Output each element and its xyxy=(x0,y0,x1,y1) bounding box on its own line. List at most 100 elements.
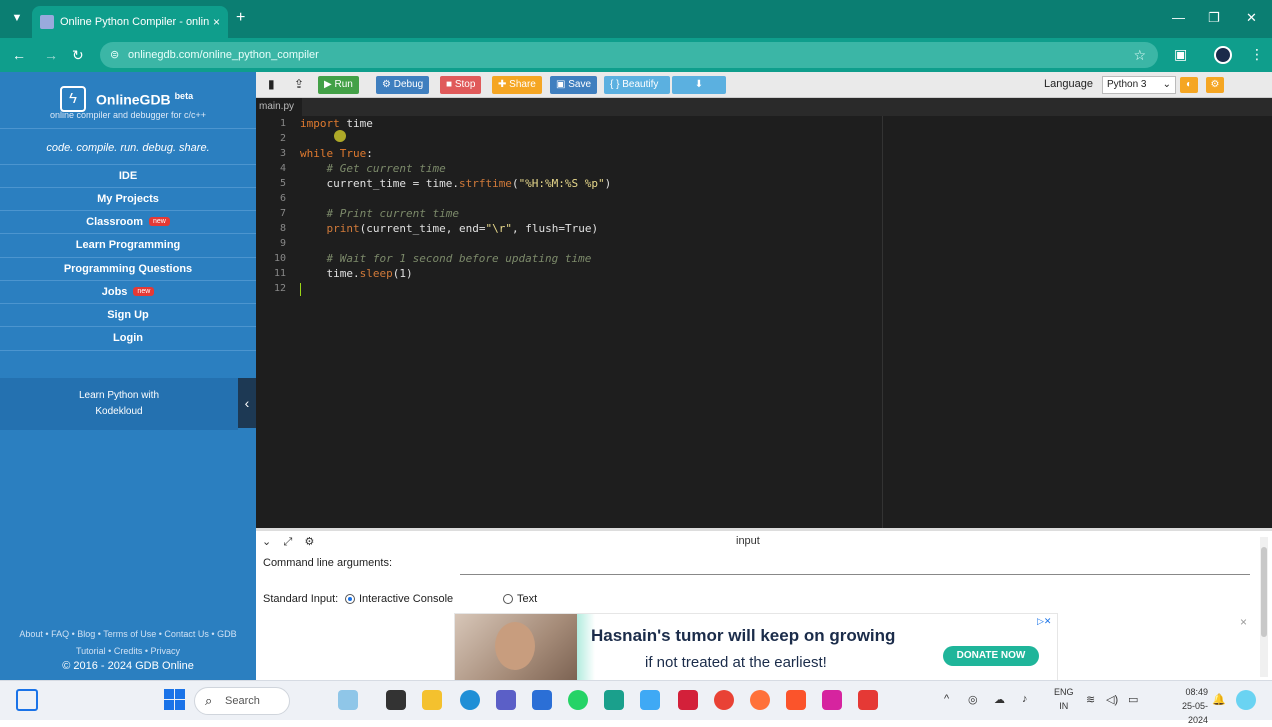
ad-banner[interactable]: Hasnain's tumor will keep on growing if … xyxy=(454,613,1058,681)
maximize-button[interactable]: ❐ xyxy=(1208,10,1220,26)
sidebar-item-programming-questions[interactable]: Programming Questions xyxy=(0,257,256,279)
forward-icon[interactable]: → xyxy=(44,47,58,63)
tab-search-icon[interactable]: ▼ xyxy=(8,9,26,27)
tray-app-icon[interactable]: ◎ xyxy=(968,693,978,706)
clock[interactable]: 08:49 25-05-2024 xyxy=(1176,685,1208,727)
minimize-button[interactable]: — xyxy=(1172,10,1185,25)
stop-button[interactable]: ■ Stop xyxy=(440,76,482,94)
browser-menu-icon[interactable]: ⋮ xyxy=(1250,46,1264,63)
footer-links-1[interactable]: About • FAQ • Blog • Terms of Use • Cont… xyxy=(0,629,256,639)
sidebar-item-my-projects[interactable]: My Projects xyxy=(0,187,256,209)
scrollbar-thumb[interactable] xyxy=(1261,547,1267,637)
sidebar-panel-icon[interactable]: ▣ xyxy=(1174,46,1187,63)
kodekloud-promo[interactable]: Learn Python with Kodekloud xyxy=(0,378,238,430)
interactive-console-radio[interactable] xyxy=(345,594,355,604)
chevron-down-icon: ⌄ xyxy=(1162,79,1171,90)
widgets-icon[interactable] xyxy=(16,689,38,711)
line-number: 10 xyxy=(273,253,286,264)
brave-icon[interactable] xyxy=(786,690,806,710)
save-button[interactable]: ▣ Save xyxy=(550,76,598,94)
expand-icon[interactable]: ⤢ xyxy=(283,536,292,548)
recorder-icon[interactable] xyxy=(858,690,878,710)
start-button[interactable] xyxy=(164,689,186,711)
text-radio[interactable] xyxy=(503,594,513,604)
collapse-sidebar-chevron-left-icon[interactable]: ‹ xyxy=(238,378,256,428)
code-line: print(current_time, end="\r", flush=True… xyxy=(326,222,599,235)
browser-tab-bar: ▼ Online Python Compiler - onlin × + — ❐… xyxy=(0,0,1272,38)
mic-icon[interactable]: ♪ xyxy=(1022,693,1028,705)
code-editor[interactable]: 1 2 3 4 5 6 7 8 9 10 11 12 import time w… xyxy=(256,116,1272,528)
firefox-icon[interactable] xyxy=(750,690,770,710)
notification-bell-icon[interactable]: 🔔 xyxy=(1212,693,1226,706)
promo-line-1: Learn Python with xyxy=(78,390,160,401)
weather-app-icon[interactable] xyxy=(338,690,358,710)
ad-choices-icon[interactable]: ▷✕ xyxy=(1037,616,1051,627)
beautify-button[interactable]: { } Beautify xyxy=(604,76,670,94)
new-tab-button[interactable]: + xyxy=(236,9,245,27)
teams-icon[interactable] xyxy=(496,690,516,710)
copilot-icon[interactable] xyxy=(1236,690,1256,710)
download-button[interactable]: ⬇ xyxy=(672,76,726,94)
language-select[interactable]: Python 3 ⌄ xyxy=(1102,76,1176,94)
sidebar-item-sign-up[interactable]: Sign Up xyxy=(0,303,256,325)
clock-time: 08:49 xyxy=(1185,687,1208,697)
new-file-icon[interactable]: ▮ xyxy=(268,77,275,91)
search-placeholder: Search xyxy=(225,695,260,707)
sidebar-item-classroom[interactable]: Classroom new xyxy=(0,210,256,232)
url-field[interactable]: ⊜ onlinegdb.com/online_python_compiler ☆ xyxy=(100,42,1158,68)
instagram-icon[interactable] xyxy=(822,690,842,710)
file-explorer-icon[interactable] xyxy=(422,690,442,710)
site-info-icon[interactable]: ⊜ xyxy=(110,42,119,68)
bookmark-star-icon[interactable]: ☆ xyxy=(1133,42,1146,68)
sidebar-item-jobs[interactable]: Jobs new xyxy=(0,280,256,302)
profile-avatar[interactable] xyxy=(1214,46,1232,64)
cloud-icon[interactable]: ☁ xyxy=(994,693,1005,706)
input-panel-title: input xyxy=(736,535,760,547)
line-number: 9 xyxy=(279,238,286,249)
app-icon[interactable] xyxy=(604,690,624,710)
input-language-indicator[interactable]: ENG IN xyxy=(1054,685,1074,713)
task-view-icon[interactable] xyxy=(386,690,406,710)
close-window-button[interactable]: ✕ xyxy=(1246,10,1257,26)
sidebar-item-learn-programming[interactable]: Learn Programming xyxy=(0,233,256,255)
brand-logo[interactable]: ϟ OnlineGDB beta xyxy=(60,86,193,112)
sidebar-item-login[interactable]: Login xyxy=(0,326,256,348)
line-number: 5 xyxy=(279,178,286,189)
panel-settings-gear-icon[interactable]: ⚙ xyxy=(305,536,315,548)
taskbar-search[interactable]: ⌕ Search xyxy=(194,687,290,715)
wifi-icon[interactable]: ≋ xyxy=(1086,693,1095,706)
ad-close-icon[interactable]: × xyxy=(1240,615,1247,629)
share-button[interactable]: ✚ Share xyxy=(492,76,542,94)
brand-name: OnlineGDB beta xyxy=(96,90,194,108)
reload-icon[interactable]: ↻ xyxy=(72,47,84,64)
browser-tab[interactable]: Online Python Compiler - onlin × xyxy=(32,6,228,38)
volume-icon[interactable]: ◁) xyxy=(1106,693,1118,706)
collapse-chevron-icon[interactable]: ⌄ xyxy=(262,536,271,548)
footer-links-2[interactable]: Tutorial • Credits • Privacy xyxy=(0,646,256,656)
store-icon[interactable] xyxy=(532,690,552,710)
battery-icon[interactable]: ▭ xyxy=(1128,693,1138,706)
donate-now-button[interactable]: DONATE NOW xyxy=(943,646,1039,666)
sidebar-item-ide[interactable]: IDE xyxy=(0,164,256,186)
run-button[interactable]: ▶ Run xyxy=(318,76,359,94)
file-tab-main[interactable]: main.py xyxy=(256,98,302,116)
code-line: while True: xyxy=(300,147,373,160)
mcafee-icon[interactable] xyxy=(678,690,698,710)
cmd-args-input[interactable] xyxy=(460,555,1250,575)
back-icon[interactable]: ← xyxy=(12,47,26,63)
tab-close-icon[interactable]: × xyxy=(213,15,220,29)
theme-icon[interactable]: ◐ xyxy=(1180,77,1198,93)
panel-scrollbar[interactable] xyxy=(1260,537,1268,677)
edge-icon[interactable] xyxy=(460,690,480,710)
ad-photo-face xyxy=(495,622,535,670)
tray-overflow-icon[interactable]: ^ xyxy=(944,693,949,705)
windows-taskbar: ⌕ Search ^ ◎ ☁ ♪ ENG IN ≋ ◁) ▭ 08:49 25-… xyxy=(0,680,1272,725)
bolt-icon: ϟ xyxy=(60,86,86,112)
whatsapp-icon[interactable] xyxy=(568,690,588,710)
settings-gear-icon[interactable]: ⚙ xyxy=(1206,77,1224,93)
start-logo-tile xyxy=(175,689,185,699)
app-icon[interactable] xyxy=(640,690,660,710)
debug-button[interactable]: ⚙ Debug xyxy=(376,76,430,94)
upload-icon[interactable]: ⇪ xyxy=(294,77,304,91)
chrome-icon[interactable] xyxy=(714,690,734,710)
